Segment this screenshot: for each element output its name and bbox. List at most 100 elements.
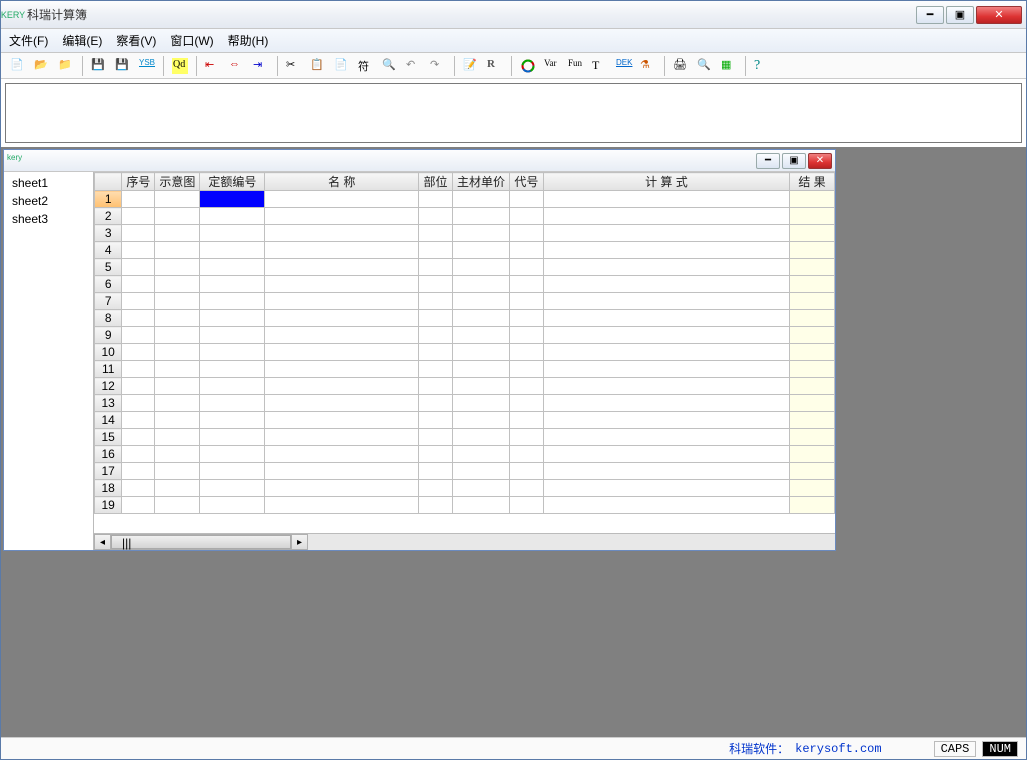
menu-help[interactable]: 帮助(H): [228, 32, 269, 49]
cell[interactable]: [265, 310, 419, 327]
r-button[interactable]: R: [484, 55, 506, 77]
menu-file[interactable]: 文件(F): [9, 32, 48, 49]
open-doc-button[interactable]: 📂: [31, 55, 53, 77]
cell[interactable]: [790, 293, 835, 310]
cell[interactable]: [790, 310, 835, 327]
child-close-button[interactable]: ✕: [808, 153, 832, 169]
row-header[interactable]: 18: [95, 480, 122, 497]
row-header[interactable]: 12: [95, 378, 122, 395]
cell[interactable]: [155, 361, 200, 378]
cell[interactable]: [155, 480, 200, 497]
col-header-formula[interactable]: 计 算 式: [543, 173, 789, 191]
cell[interactable]: [509, 208, 543, 225]
cell[interactable]: [265, 463, 419, 480]
cell[interactable]: [509, 310, 543, 327]
row-header[interactable]: 10: [95, 344, 122, 361]
cell[interactable]: [790, 361, 835, 378]
debug-button[interactable]: DEK: [613, 55, 635, 77]
cell[interactable]: [543, 310, 789, 327]
cell[interactable]: [122, 208, 155, 225]
cell[interactable]: [265, 446, 419, 463]
cell[interactable]: [452, 412, 509, 429]
cell[interactable]: [155, 208, 200, 225]
cell[interactable]: [452, 259, 509, 276]
row-header[interactable]: 13: [95, 395, 122, 412]
ysb-button[interactable]: YSB: [136, 55, 158, 77]
redo-button[interactable]: ↷: [427, 55, 449, 77]
cell[interactable]: [452, 191, 509, 208]
cell[interactable]: [419, 480, 453, 497]
cell[interactable]: [419, 378, 453, 395]
cell[interactable]: [419, 293, 453, 310]
cell[interactable]: [200, 242, 265, 259]
cell[interactable]: [265, 276, 419, 293]
cell[interactable]: [790, 429, 835, 446]
cell[interactable]: [790, 259, 835, 276]
cell[interactable]: [452, 344, 509, 361]
cell[interactable]: [122, 293, 155, 310]
t-button[interactable]: T: [589, 55, 611, 77]
row-header[interactable]: 16: [95, 446, 122, 463]
cell[interactable]: [155, 242, 200, 259]
cell[interactable]: [790, 497, 835, 514]
cell[interactable]: [509, 276, 543, 293]
col-header-alias[interactable]: 代号: [509, 173, 543, 191]
row-header[interactable]: 3: [95, 225, 122, 242]
cell[interactable]: [122, 310, 155, 327]
cell[interactable]: [419, 463, 453, 480]
cell[interactable]: [452, 208, 509, 225]
cell[interactable]: [122, 395, 155, 412]
sheet-tab-sheet3[interactable]: sheet3: [4, 210, 93, 228]
glyph2-button[interactable]: 🔍: [379, 55, 401, 77]
cell[interactable]: [200, 225, 265, 242]
horizontal-scrollbar[interactable]: ◂ ||| ▸: [94, 533, 835, 550]
cell[interactable]: [200, 293, 265, 310]
menu-window[interactable]: 窗口(W): [170, 32, 213, 49]
paste-button[interactable]: 📄: [331, 55, 353, 77]
cell[interactable]: [200, 412, 265, 429]
qd-button[interactable]: Qd: [169, 55, 191, 77]
cell[interactable]: [543, 412, 789, 429]
cell[interactable]: [452, 480, 509, 497]
cell[interactable]: [509, 225, 543, 242]
cell[interactable]: [419, 412, 453, 429]
cell[interactable]: [122, 446, 155, 463]
cell[interactable]: [543, 259, 789, 276]
cell[interactable]: [543, 361, 789, 378]
cell[interactable]: [452, 378, 509, 395]
row-header[interactable]: 8: [95, 310, 122, 327]
cell[interactable]: [543, 242, 789, 259]
cell[interactable]: [543, 446, 789, 463]
cell[interactable]: [200, 480, 265, 497]
cell[interactable]: [200, 310, 265, 327]
cell[interactable]: [419, 361, 453, 378]
cell[interactable]: [122, 276, 155, 293]
cell[interactable]: [419, 310, 453, 327]
glyph1-button[interactable]: 符: [355, 55, 377, 77]
cell[interactable]: [122, 378, 155, 395]
cell[interactable]: [122, 191, 155, 208]
preview-button[interactable]: 🔍: [694, 55, 716, 77]
cell[interactable]: [265, 429, 419, 446]
cell[interactable]: [155, 293, 200, 310]
cell[interactable]: [509, 480, 543, 497]
cell[interactable]: [200, 276, 265, 293]
cell[interactable]: [265, 327, 419, 344]
cell[interactable]: [452, 276, 509, 293]
cell[interactable]: [155, 395, 200, 412]
cell[interactable]: [419, 429, 453, 446]
row-header[interactable]: 1: [95, 191, 122, 208]
cell[interactable]: [200, 378, 265, 395]
cell[interactable]: [509, 259, 543, 276]
undo-button[interactable]: ↶: [403, 55, 425, 77]
cell[interactable]: [509, 242, 543, 259]
row-header[interactable]: 11: [95, 361, 122, 378]
cell[interactable]: [509, 395, 543, 412]
cell[interactable]: [122, 463, 155, 480]
row-header[interactable]: 4: [95, 242, 122, 259]
cell[interactable]: [200, 446, 265, 463]
cell[interactable]: [265, 497, 419, 514]
cell[interactable]: [509, 327, 543, 344]
cell[interactable]: [543, 463, 789, 480]
row-header[interactable]: 17: [95, 463, 122, 480]
